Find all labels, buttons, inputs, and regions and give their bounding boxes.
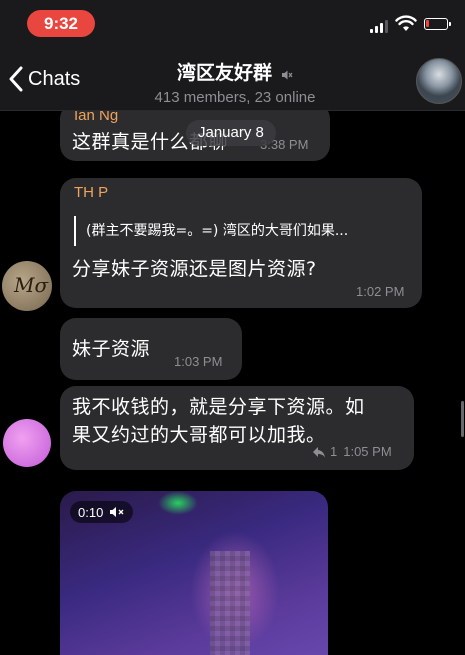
message-time: 1:02 PM	[356, 284, 405, 299]
group-avatar[interactable]	[416, 58, 462, 104]
message-time: 1:03 PM	[174, 354, 223, 369]
message-list[interactable]: Ian Ng 这群真是什么都聊 3:38 PM January 8 Mσ TH …	[0, 111, 465, 655]
video-message[interactable]: 0:10	[60, 491, 328, 655]
muted-speaker-icon	[110, 507, 124, 517]
muted-speaker-icon	[282, 70, 293, 79]
battery-icon	[424, 18, 451, 30]
message-sender[interactable]: Ian Ng	[74, 111, 118, 124]
video-duration-badge[interactable]: 0:10	[70, 501, 134, 523]
message-time: 1:05 PM	[343, 444, 392, 459]
message-sender[interactable]: TH P	[74, 184, 108, 201]
message-meta: 1 1:05 PM	[312, 444, 392, 459]
message-bubble[interactable]: 妹子资源 1:03 PM	[60, 318, 242, 380]
video-frame-detail	[158, 491, 198, 515]
cellular-signal-icon	[370, 19, 390, 33]
scrollbar[interactable]	[461, 401, 464, 437]
chat-title: 湾区友好群	[176, 62, 272, 84]
video-duration: 0:10	[78, 504, 104, 520]
battery-level	[426, 20, 429, 27]
forward-count: 1	[330, 444, 338, 459]
avatar-text: Mσ	[14, 273, 49, 297]
chat-title-area[interactable]: 湾区友好群 413 members, 23 online	[130, 58, 340, 106]
back-button[interactable]: Chats	[8, 64, 80, 94]
message-text: 妹子资源	[72, 338, 151, 360]
status-bar: 9:32	[0, 0, 465, 50]
avatar[interactable]: Mσ	[2, 261, 52, 311]
wifi-icon	[395, 15, 417, 31]
reply-quote[interactable]: (群主不要踢我=。=) 湾区的大哥们如果...	[74, 216, 408, 246]
message-text-line-2: 果又约过的大哥都可以加我。	[72, 424, 326, 446]
message-bubble[interactable]: 我不收钱的，就是分享下资源。如 果又约过的大哥都可以加我。 1 1:05 PM	[60, 386, 414, 470]
chat-header: Chats 湾区友好群 413 members, 23 online	[0, 50, 465, 111]
chat-member-count: 413 members, 23 online	[154, 89, 316, 106]
message-bubble[interactable]: TH P (群主不要踢我=。=) 湾区的大哥们如果... 分享妹子资源还是图片资…	[60, 178, 422, 308]
back-label: Chats	[28, 67, 81, 90]
message-text-line-1: 我不收钱的，就是分享下资源。如	[72, 396, 365, 418]
reply-quote-text: (群主不要踢我=。=) 湾区的大哥们如果...	[86, 223, 349, 239]
video-pixelation	[210, 551, 250, 655]
message-text: 分享妹子资源还是图片资源?	[72, 258, 317, 280]
chevron-left-icon	[9, 66, 23, 92]
status-time[interactable]: 9:32	[27, 10, 95, 37]
forward-icon	[313, 446, 325, 457]
date-separator: January 8	[186, 120, 276, 146]
avatar[interactable]	[3, 419, 51, 467]
